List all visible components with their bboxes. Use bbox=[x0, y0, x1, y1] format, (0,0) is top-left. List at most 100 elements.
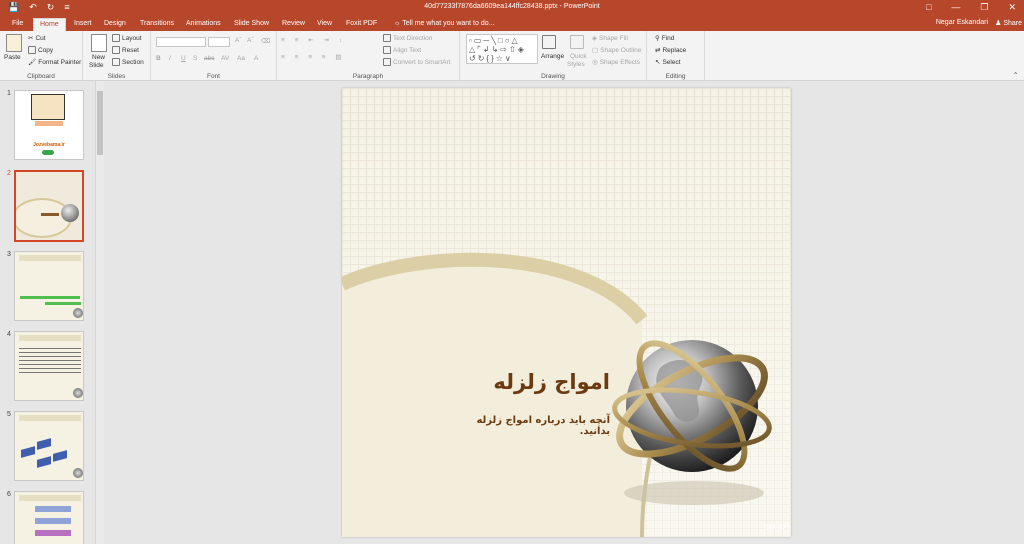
underline-button[interactable]: U bbox=[181, 55, 186, 62]
slide-thumbnail-2[interactable] bbox=[14, 170, 84, 242]
arrange-icon[interactable] bbox=[542, 35, 556, 49]
thumb-text-block bbox=[19, 348, 81, 376]
slide-subtitle[interactable]: آنچه باید درباره امواج زلزله بدانید. bbox=[460, 415, 610, 437]
align-icons[interactable]: ≡ ≡ ≡ ≡ ▤ bbox=[281, 53, 346, 61]
shadow-button[interactable]: S bbox=[193, 55, 197, 62]
thumb-icons bbox=[42, 150, 54, 155]
slide-thumbnails-pane: 1 Jozvebama.ir 2 3 4 5 6 bbox=[0, 81, 105, 544]
slide-canvas[interactable]: امواج زلزله آنچه باید درباره امواج زلزله… bbox=[342, 88, 791, 537]
brush-icon: 🖌 bbox=[28, 59, 37, 66]
bold-button[interactable]: B bbox=[156, 55, 161, 62]
ribbon-display-icon[interactable]: □ bbox=[926, 2, 931, 13]
layout-icon bbox=[112, 34, 120, 42]
thumb-green-line bbox=[20, 296, 80, 299]
new-slide-button[interactable]: New bbox=[92, 54, 105, 61]
collapse-ribbon-icon[interactable]: ⌃ bbox=[1013, 71, 1018, 79]
list-icons[interactable]: ≡ ≡ ⇤ ⇥ ↕ bbox=[281, 36, 346, 44]
tab-home[interactable]: Home bbox=[33, 18, 66, 31]
tab-insert[interactable]: Insert bbox=[68, 18, 98, 31]
tab-slide-show[interactable]: Slide Show bbox=[228, 18, 275, 31]
minimize-icon[interactable]: — bbox=[951, 2, 960, 13]
shape-effects-button[interactable]: ◎ Shape Effects bbox=[592, 58, 640, 67]
arrange-shape-icon bbox=[542, 35, 556, 49]
cut-label: Cut bbox=[35, 34, 46, 42]
clipboard-group: Paste ✂ Cut Copy 🖌 Format Painter Clipboar… bbox=[0, 31, 83, 81]
shapes-gallery[interactable]: ▫▭─╲□○△ △⌜↲↳⇨⇧◈ ↺↻{}☆∨ bbox=[466, 34, 538, 64]
quick-styles-button-2[interactable]: Styles bbox=[567, 61, 585, 68]
new-slide-icon[interactable] bbox=[91, 34, 107, 52]
thumb-header bbox=[19, 335, 81, 341]
thumb-box bbox=[37, 456, 51, 468]
paste-icon[interactable] bbox=[6, 34, 22, 52]
slide-thumbnail-4[interactable] bbox=[14, 331, 84, 401]
shape-outline-button[interactable]: ▢ Shape Outline bbox=[592, 46, 642, 55]
new-slide-button-2[interactable]: Slide bbox=[89, 62, 103, 69]
outline-icon: ▢ bbox=[592, 47, 599, 54]
copy-button[interactable]: Copy bbox=[28, 46, 53, 54]
quick-styles-button[interactable]: Quick bbox=[570, 53, 587, 60]
tab-foxit-pdf[interactable]: Foxit PDF bbox=[340, 18, 383, 31]
thumb-bar bbox=[35, 530, 71, 536]
grow-font-icon[interactable]: Aˆ bbox=[235, 37, 242, 44]
font-group: Aˆ Aˇ ⌫ B I U S abc AV Aa A Font bbox=[151, 31, 277, 81]
restore-icon[interactable]: ❐ bbox=[980, 2, 988, 13]
spacing-button[interactable]: AV bbox=[221, 55, 229, 62]
copy-icon bbox=[28, 46, 36, 54]
arrange-button[interactable]: Arrange bbox=[541, 53, 564, 60]
slide-thumbnail-5[interactable] bbox=[14, 411, 84, 481]
user-name[interactable]: Negar Eskandari bbox=[936, 19, 988, 26]
shrink-font-icon[interactable]: Aˇ bbox=[247, 37, 254, 44]
share-button[interactable]: ♟ Share bbox=[995, 19, 1022, 27]
font-color-icon[interactable]: A bbox=[254, 55, 258, 62]
tell-me-text: Tell me what you want to do... bbox=[402, 20, 495, 27]
tab-transitions[interactable]: Transitions bbox=[134, 18, 180, 31]
font-name-input[interactable] bbox=[156, 37, 206, 47]
tab-view[interactable]: View bbox=[311, 18, 338, 31]
copy-label: Copy bbox=[38, 46, 54, 54]
find-button[interactable]: ⚲ Find bbox=[655, 34, 675, 43]
thumb-header bbox=[19, 415, 81, 421]
select-button[interactable]: ↖ Select bbox=[655, 58, 681, 67]
tab-review[interactable]: Review bbox=[276, 18, 311, 31]
tell-me-box[interactable]: ☼ Tell me what you want to do... bbox=[388, 18, 500, 31]
thumb-number: 6 bbox=[7, 491, 11, 498]
text-direction-icon bbox=[383, 34, 391, 42]
format-painter-label: Format Painter bbox=[38, 58, 82, 66]
layout-button[interactable]: Layout bbox=[112, 34, 142, 42]
convert-smartart-button[interactable]: Convert to SmartArt bbox=[383, 58, 450, 66]
shape-fill-label: Shape Fill bbox=[599, 34, 628, 42]
slide-thumbnail-1[interactable]: Jozvebama.ir bbox=[14, 90, 84, 160]
person-icon: ♟ bbox=[995, 20, 1002, 27]
section-button[interactable]: Section bbox=[112, 58, 144, 66]
scrollbar-thumb[interactable] bbox=[97, 91, 103, 155]
tab-animations[interactable]: Animations bbox=[180, 18, 227, 31]
clear-format-icon[interactable]: ⌫ bbox=[261, 37, 270, 45]
fill-icon: ◈ bbox=[592, 35, 597, 42]
shape-fill-button[interactable]: ◈ Shape Fill bbox=[592, 34, 628, 43]
italic-button[interactable]: I bbox=[169, 55, 171, 62]
tab-design[interactable]: Design bbox=[98, 18, 132, 31]
find-label: Find bbox=[661, 34, 675, 42]
thumb-box bbox=[21, 446, 35, 458]
format-painter-button[interactable]: 🖌 Format Painter bbox=[28, 58, 82, 67]
align-text-button[interactable]: Align Text bbox=[383, 46, 421, 54]
shape-outline-label: Shape Outline bbox=[600, 46, 642, 54]
text-direction-button[interactable]: Text Direction bbox=[383, 34, 432, 42]
cut-button[interactable]: ✂ Cut bbox=[28, 34, 46, 43]
replace-button[interactable]: ⇄ Replace bbox=[655, 46, 686, 55]
slide-thumbnail-6[interactable] bbox=[14, 491, 84, 544]
change-case-button[interactable]: Aa bbox=[237, 55, 245, 62]
slide-title[interactable]: امواج زلزله bbox=[492, 370, 610, 394]
reset-button[interactable]: Reset bbox=[112, 46, 139, 54]
quick-styles-icon[interactable] bbox=[570, 35, 584, 49]
smartart-icon bbox=[383, 58, 391, 66]
font-size-input[interactable] bbox=[208, 37, 230, 47]
close-icon[interactable]: ✕ bbox=[1008, 2, 1016, 13]
slide-thumbnail-3[interactable] bbox=[14, 251, 84, 321]
strikethrough-button[interactable]: abc bbox=[204, 55, 214, 62]
align-text-label: Align Text bbox=[393, 46, 422, 54]
tab-file[interactable]: File bbox=[6, 18, 29, 31]
paste-button[interactable]: Paste bbox=[4, 54, 21, 61]
thumbnails-scrollbar[interactable] bbox=[95, 81, 104, 544]
editing-label: Editing bbox=[665, 73, 686, 80]
